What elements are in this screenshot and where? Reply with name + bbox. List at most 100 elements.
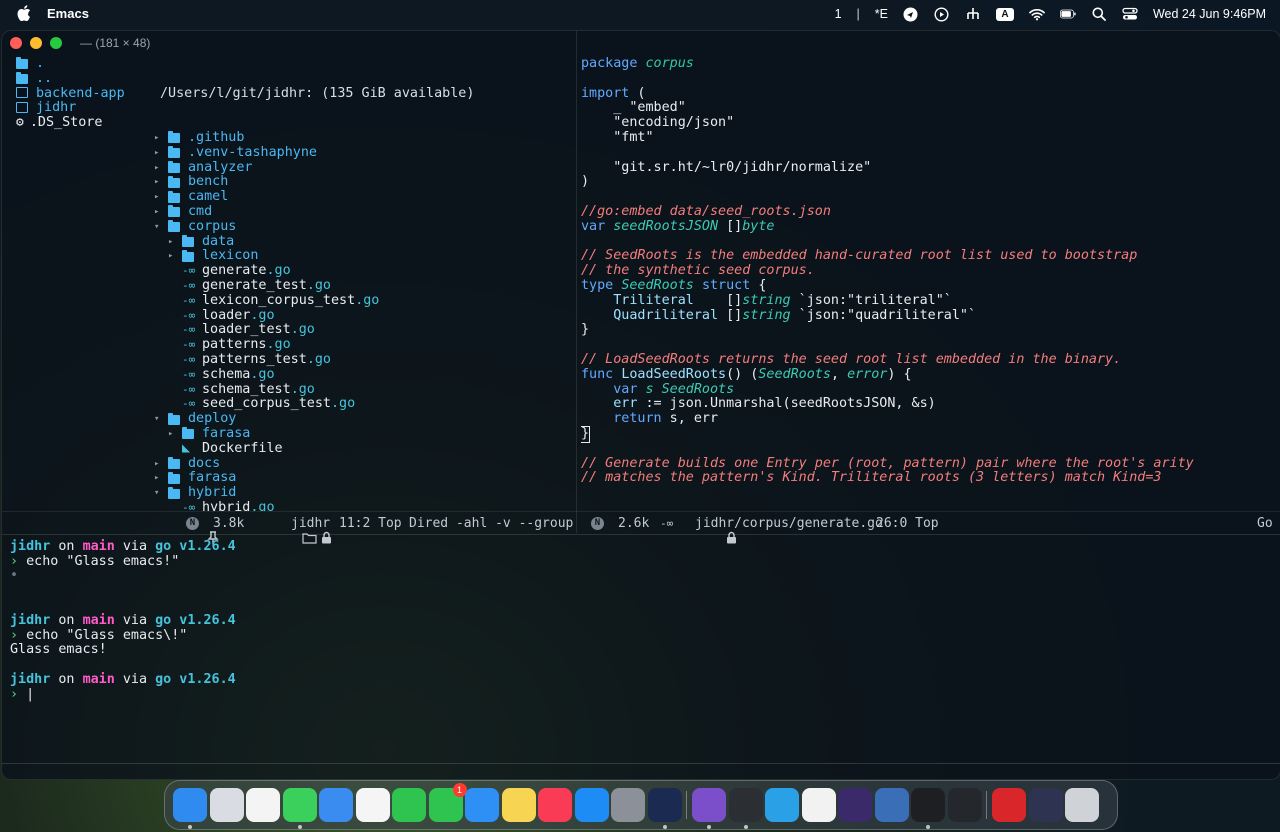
- code-line[interactable]: // LoadSeedRoots returns the seed root l…: [581, 352, 1271, 368]
- wifi-icon[interactable]: [1029, 7, 1045, 21]
- app-store-icon[interactable]: [574, 788, 609, 822]
- dired-entry[interactable]: ▸ .github: [150, 130, 576, 146]
- code-line[interactable]: [581, 190, 1271, 205]
- code-line[interactable]: [581, 338, 1271, 353]
- code-line[interactable]: import (: [581, 86, 1271, 102]
- code-line[interactable]: "git.sr.ht/~lr0/jidhr/normalize": [581, 160, 1271, 176]
- network-tree-icon[interactable]: [965, 7, 981, 21]
- code-line[interactable]: }: [581, 323, 1271, 338]
- code-line[interactable]: ): [581, 175, 1271, 190]
- dired-entry[interactable]: ▸ cmd: [150, 204, 576, 220]
- dired-entry[interactable]: ▸ farasa: [150, 426, 576, 442]
- code-line[interactable]: [581, 72, 1271, 87]
- dired-entry[interactable]: -∞ generate_test .go: [150, 278, 576, 294]
- code-line[interactable]: return s, err: [581, 411, 1271, 427]
- music-icon[interactable]: [538, 788, 572, 822]
- dired-entry[interactable]: ▸ docs: [150, 456, 576, 472]
- code-line[interactable]: Triliteral [] string `json:"triliteral"`: [581, 293, 1271, 309]
- sidebar-item[interactable]: jidhr: [16, 101, 146, 116]
- code-line[interactable]: // the synthetic seed corpus.: [581, 263, 1271, 279]
- dired-entry[interactable]: ▸ bench: [150, 175, 576, 190]
- chevron-right-icon[interactable]: ▸: [154, 190, 168, 205]
- sidebar-item[interactable]: ⚙ .DS_Store: [16, 115, 146, 131]
- code-line[interactable]: var seedRootsJSON [] byte: [581, 219, 1271, 235]
- sidebar-item[interactable]: .: [16, 56, 146, 72]
- dired-entry[interactable]: ▸ data: [150, 234, 576, 250]
- dired-entry[interactable]: -∞ loader_test .go: [150, 323, 576, 338]
- code-editor[interactable]: package corpus import ( _ "embed" "encodi…: [581, 57, 1271, 511]
- pane-divider[interactable]: [576, 31, 577, 533]
- chevron-down-icon[interactable]: ▾: [154, 220, 168, 235]
- activity-monitor-icon[interactable]: [947, 788, 982, 822]
- sidebar-item[interactable]: ..: [16, 71, 146, 87]
- command-line[interactable]: › echo "Glass emacs!": [10, 554, 1270, 570]
- search-icon[interactable]: [1091, 7, 1107, 21]
- chevron-right-icon[interactable]: ▸: [154, 205, 168, 220]
- code-line[interactable]: }: [581, 425, 1271, 443]
- code-line[interactable]: var s SeedRoots: [581, 382, 1271, 398]
- photos-icon[interactable]: [355, 788, 390, 822]
- code-line[interactable]: Quadriliteral [] string `json:"quadrilite…: [581, 308, 1271, 324]
- chevron-right-icon[interactable]: ▸: [154, 146, 168, 161]
- dired-entry[interactable]: -∞ schema .go: [150, 367, 576, 383]
- launchpad-icon[interactable]: [209, 788, 244, 822]
- close-button[interactable]: [10, 37, 22, 49]
- code-line[interactable]: //go:embed data/seed_roots.json: [581, 204, 1271, 220]
- battery-icon[interactable]: [1059, 7, 1076, 21]
- dired-entry[interactable]: -∞ generate .go: [150, 263, 576, 279]
- dired-entry[interactable]: -∞ seed_corpus_test .go: [150, 397, 576, 412]
- chevron-right-icon[interactable]: ▸: [154, 131, 168, 146]
- minimize-button[interactable]: [30, 37, 42, 49]
- code-window-icon[interactable]: [1028, 788, 1063, 822]
- chevron-down-icon[interactable]: ▾: [154, 486, 168, 501]
- chevron-down-icon[interactable]: ▾: [154, 412, 168, 427]
- chevron-right-icon[interactable]: ▸: [154, 161, 168, 176]
- play-circle-icon[interactable]: [934, 6, 950, 22]
- dired-entry[interactable]: ◣ Dockerfile: [150, 441, 576, 457]
- dired-entry[interactable]: -∞ schema_test .go: [150, 382, 576, 398]
- code-line[interactable]: "encoding/json": [581, 115, 1271, 131]
- dired-entry[interactable]: -∞ lexicon_corpus_test .go: [150, 293, 576, 309]
- dired-entry[interactable]: ▾ hybrid: [150, 485, 576, 501]
- chevron-right-icon[interactable]: ▸: [168, 235, 182, 250]
- code-line[interactable]: "fmt": [581, 130, 1271, 146]
- messages-icon[interactable]: [282, 788, 317, 822]
- command-line[interactable]: › echo "Glass emacs\!": [10, 628, 1270, 644]
- dired-entry[interactable]: -∞ hybrid .go: [150, 500, 576, 511]
- dired-entry[interactable]: -∞ patterns .go: [150, 337, 576, 353]
- finder-icon[interactable]: [173, 788, 207, 822]
- terminal-icon[interactable]: [911, 788, 945, 822]
- emacs-icon[interactable]: [692, 788, 726, 822]
- code-line[interactable]: [581, 442, 1271, 457]
- screen-app-icon[interactable]: [647, 788, 682, 822]
- telegram-icon[interactable]: [765, 788, 799, 822]
- disk-utility-icon[interactable]: [874, 788, 909, 822]
- code-line[interactable]: [581, 235, 1271, 250]
- dired-entry[interactable]: -∞ patterns_test .go: [150, 352, 576, 368]
- command-line[interactable]: › |: [10, 687, 1270, 703]
- code-line[interactable]: type SeedRoots struct {: [581, 278, 1271, 294]
- reminders-icon[interactable]: [246, 788, 280, 822]
- chevron-right-icon[interactable]: ▸: [154, 471, 168, 486]
- ubuntu-app-icon[interactable]: [728, 788, 763, 822]
- app-menu-name[interactable]: Emacs: [47, 6, 89, 21]
- dired-entry[interactable]: ▸ lexicon: [150, 249, 576, 264]
- send-icon[interactable]: [903, 7, 919, 21]
- trash-icon[interactable]: [1065, 788, 1099, 822]
- facetime-icon[interactable]: [392, 788, 426, 822]
- chevron-right-icon[interactable]: ▸: [168, 427, 182, 442]
- dired-entry[interactable]: ▸ .venv-tashaphyne: [150, 145, 576, 161]
- code-line[interactable]: err := json.Unmarshal(seedRootsJSON, &s): [581, 397, 1271, 412]
- dired-entry[interactable]: ▸ analyzer: [150, 160, 576, 176]
- fullscreen-button[interactable]: [50, 37, 62, 49]
- notes-icon[interactable]: [501, 788, 536, 822]
- chevron-right-icon[interactable]: ▸: [154, 457, 168, 472]
- sidebar-item[interactable]: backend-app: [16, 86, 146, 102]
- dired-entry[interactable]: ▾ deploy: [150, 411, 576, 427]
- code-line[interactable]: _ "embed": [581, 101, 1271, 116]
- dired-entry[interactable]: ▸ farasa: [150, 471, 576, 486]
- audio-app-icon[interactable]: [838, 788, 872, 822]
- terminal-pane[interactable]: jidhr on main via go v1.26.4 › echo "Glas…: [10, 525, 1270, 703]
- dired-pane[interactable]: /Users/l/git/jidhr: (135 GiB available) …: [150, 57, 576, 511]
- code-line[interactable]: [581, 146, 1271, 161]
